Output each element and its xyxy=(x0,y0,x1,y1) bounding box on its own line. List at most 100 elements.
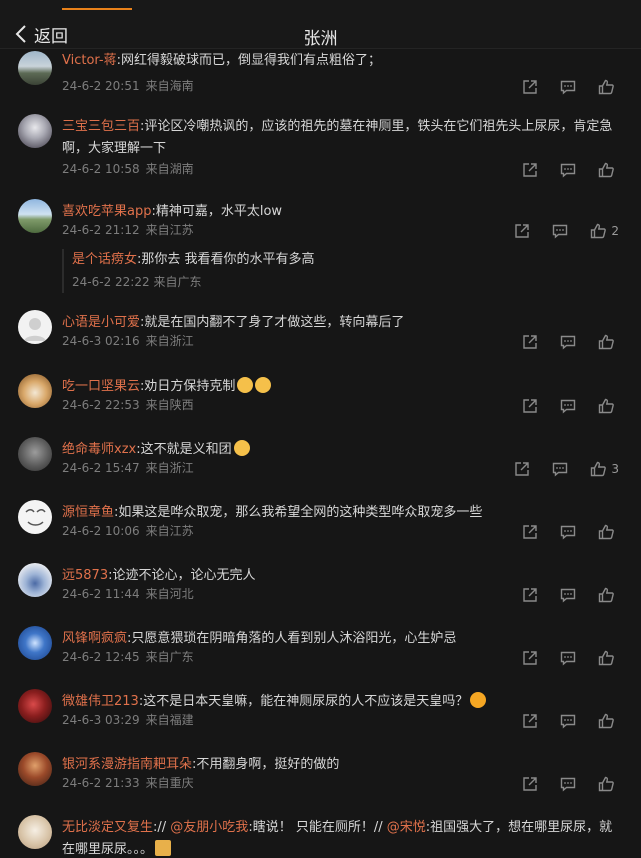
comment-icon xyxy=(560,399,576,414)
share-button[interactable] xyxy=(514,461,530,477)
share-icon xyxy=(523,777,537,791)
meme-face-icon xyxy=(25,509,46,526)
mention-link[interactable]: @友朋小吃我 xyxy=(170,820,248,835)
reply-button[interactable] xyxy=(552,223,568,239)
comment-actions xyxy=(500,332,619,352)
avatar[interactable] xyxy=(18,689,52,723)
comment-date: 24-6-3 02:16 xyxy=(62,334,140,348)
avatar[interactable] xyxy=(18,437,52,471)
share-icon xyxy=(523,651,537,665)
comment-meta: 24-6-2 15:47 来自浙江 xyxy=(62,459,200,476)
comment-date: 24-6-2 20:51 xyxy=(62,79,140,93)
username-link[interactable]: 三宝三包三百 xyxy=(62,119,140,134)
username-link[interactable]: 是个话痨女 xyxy=(72,252,137,267)
comment-date: 24-6-2 21:12 xyxy=(62,223,140,237)
username-link[interactable]: 风锋啊疯疯 xyxy=(62,631,127,646)
like-button[interactable] xyxy=(598,334,619,350)
thumbs-up-icon xyxy=(598,79,614,95)
share-button[interactable] xyxy=(522,398,538,414)
like-button[interactable] xyxy=(598,162,619,178)
share-icon xyxy=(523,399,537,413)
username-link[interactable]: 远5873 xyxy=(62,568,108,583)
comment-text: :瞎说！ 只能在厕所！// xyxy=(248,820,387,835)
reply-button[interactable] xyxy=(560,334,576,350)
comment-text: :劝日方保持克制 xyxy=(140,379,236,394)
like-button[interactable] xyxy=(598,650,619,666)
avatar[interactable] xyxy=(18,815,52,849)
username-link[interactable]: 吃一口坚果云 xyxy=(62,379,140,394)
username-link[interactable]: 源恒章鱼 xyxy=(62,505,114,520)
thumbs-up-icon xyxy=(598,162,614,178)
default-avatar-icon xyxy=(24,318,46,341)
avatar[interactable] xyxy=(18,626,52,660)
reply-text: :那你去 我看看你的水平有多高 xyxy=(137,252,315,267)
share-button[interactable] xyxy=(522,776,538,792)
share-button[interactable] xyxy=(522,650,538,666)
username-link[interactable]: 心语是小可爱 xyxy=(62,315,140,330)
share-button[interactable] xyxy=(522,524,538,540)
like-button[interactable]: 2 xyxy=(590,223,619,239)
comment-location: 来自浙江 xyxy=(145,334,194,348)
reply-button[interactable] xyxy=(560,79,576,95)
like-button[interactable] xyxy=(598,713,619,729)
share-icon xyxy=(523,714,537,728)
share-button[interactable] xyxy=(522,713,538,729)
comment-actions: 2 xyxy=(492,221,619,241)
mention-link[interactable]: @宋悦 xyxy=(387,820,426,835)
reply-button[interactable] xyxy=(560,776,576,792)
like-count: 2 xyxy=(611,224,619,238)
comment-item: 吃一口坚果云:劝日方保持克制 24-6-2 22:53 来自陕西 xyxy=(0,374,641,426)
username-link[interactable]: 无比淡定又复生 xyxy=(62,820,153,835)
like-button[interactable] xyxy=(598,398,619,414)
comment-item: 绝命毒师xzx:这不就是义和团 24-6-2 15:47 来自浙江 3 xyxy=(0,437,641,489)
thumbs-up-icon xyxy=(598,334,614,350)
reply-thread: 是个话痨女:那你去 我看看你的水平有多高 24-6-2 22:22 来自广东 xyxy=(62,249,511,293)
avatar[interactable] xyxy=(18,374,52,408)
share-button[interactable] xyxy=(514,223,530,239)
reply-meta: 24-6-2 22:22 来自广东 xyxy=(72,271,511,293)
username-link[interactable]: 喜欢吃苹果app xyxy=(62,204,151,219)
share-button[interactable] xyxy=(522,334,538,350)
reply-button[interactable] xyxy=(560,650,576,666)
like-button[interactable] xyxy=(598,79,619,95)
reply-button[interactable] xyxy=(560,587,576,603)
avatar[interactable] xyxy=(18,199,52,233)
like-button[interactable]: 3 xyxy=(590,461,619,477)
avatar[interactable] xyxy=(18,500,52,534)
comment-meta: 24-6-2 20:51 来自海南 xyxy=(62,77,200,94)
reply-button[interactable] xyxy=(560,162,576,178)
avatar[interactable] xyxy=(18,310,52,344)
comment-location: 来自河北 xyxy=(145,587,194,601)
comment-actions xyxy=(500,585,619,605)
share-icon xyxy=(523,163,537,177)
avatar[interactable] xyxy=(18,114,52,148)
avatar[interactable] xyxy=(18,752,52,786)
username-link[interactable]: 微雄伟卫213 xyxy=(62,694,139,709)
comment-location: 来自江苏 xyxy=(145,524,194,538)
share-button[interactable] xyxy=(522,79,538,95)
comment-date: 24-6-2 12:45 xyxy=(62,650,140,664)
comment-meta: 24-6-2 10:58 来自湖南 xyxy=(62,160,200,177)
comment-item: 风锋啊疯疯:只愿意猥琐在阴暗角落的人看到别人沐浴阳光，心生妒忌 24-6-2 1… xyxy=(0,626,641,678)
reply-button[interactable] xyxy=(560,713,576,729)
like-button[interactable] xyxy=(598,587,619,603)
share-button[interactable] xyxy=(522,162,538,178)
comment-date: 24-6-2 11:44 xyxy=(62,587,140,601)
reply-button[interactable] xyxy=(560,398,576,414)
username-link[interactable]: 银河系漫游指南耙耳朵 xyxy=(62,757,192,772)
username-link[interactable]: 绝命毒师xzx xyxy=(62,442,136,457)
like-button[interactable] xyxy=(598,524,619,540)
avatar[interactable] xyxy=(18,51,52,85)
reply-button[interactable] xyxy=(560,524,576,540)
comment-meta: 24-6-2 11:44 来自河北 xyxy=(62,585,200,602)
comment-location: 来自广东 xyxy=(145,650,194,664)
username-link[interactable]: Victor-蒋 xyxy=(62,53,117,68)
avatar[interactable] xyxy=(18,563,52,597)
comment-actions xyxy=(500,77,619,97)
comment-date: 24-6-2 10:06 xyxy=(62,524,140,538)
comment-location: 来自湖南 xyxy=(145,162,194,176)
reply-button[interactable] xyxy=(552,461,568,477)
share-button[interactable] xyxy=(522,587,538,603)
comment-date: 24-6-3 03:29 xyxy=(62,713,140,727)
like-button[interactable] xyxy=(598,776,619,792)
